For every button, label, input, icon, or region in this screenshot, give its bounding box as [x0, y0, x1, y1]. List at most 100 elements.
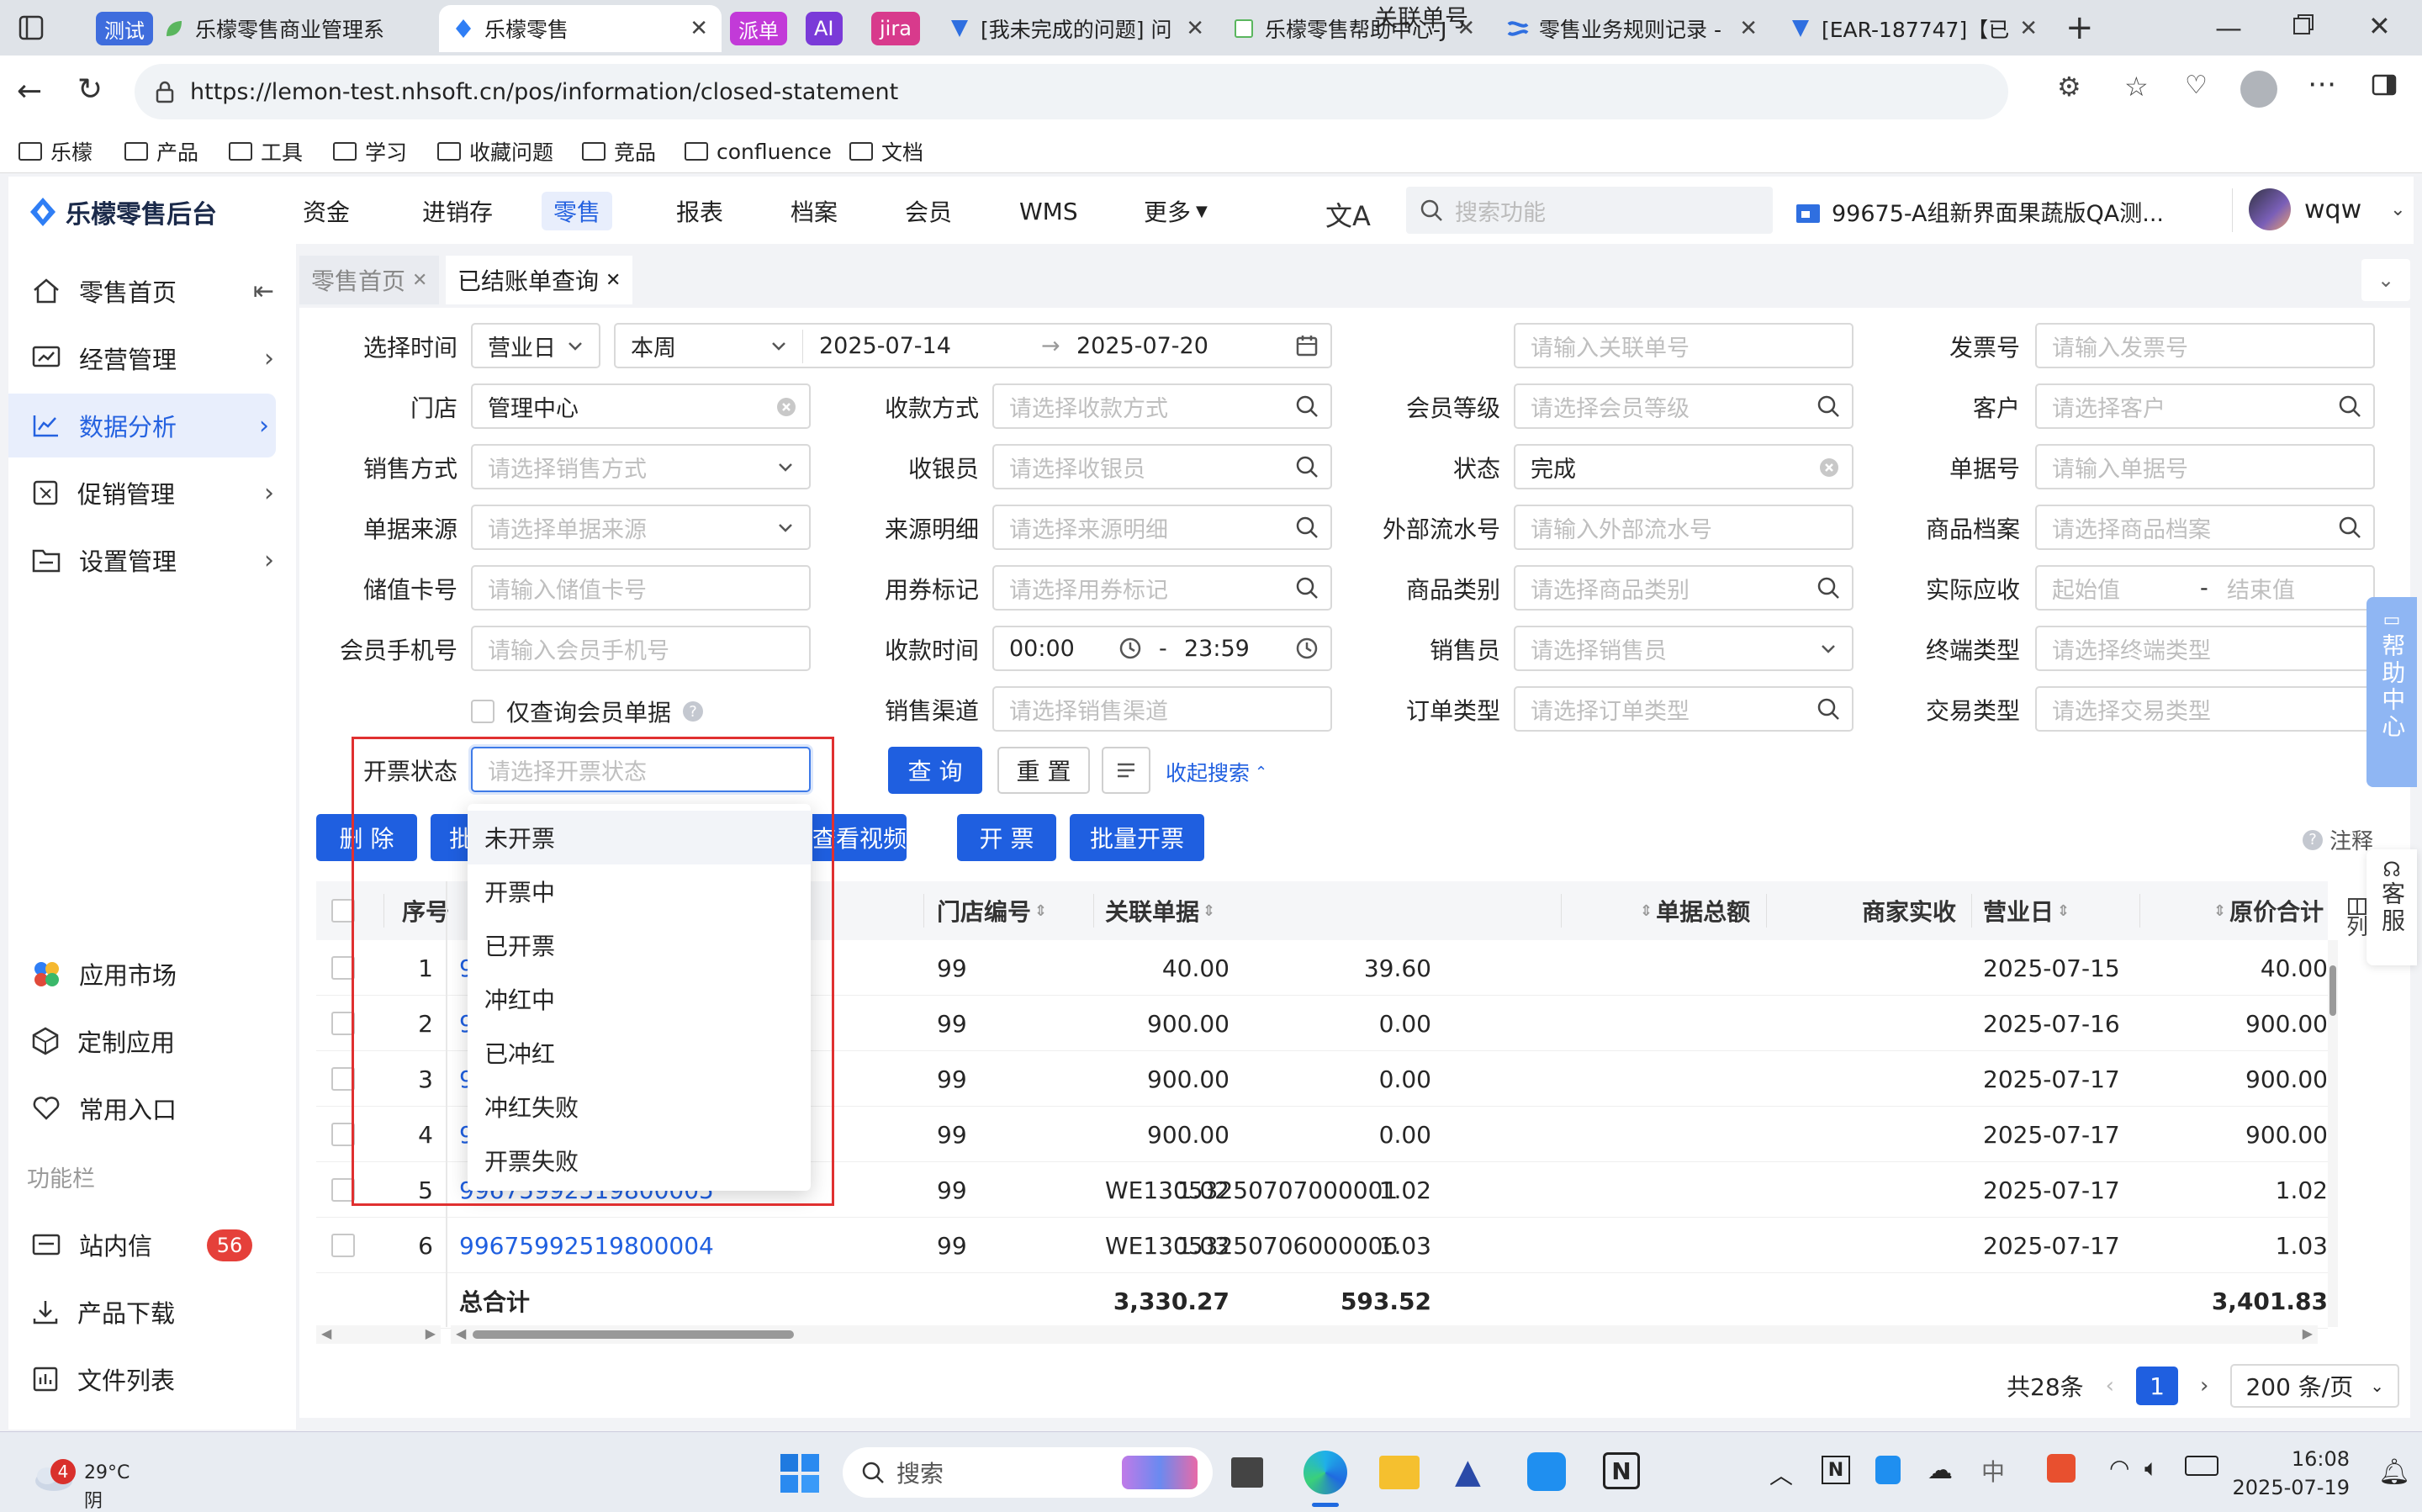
col-related-doc[interactable]: 关联单据 ⇕: [1105, 881, 1215, 940]
reset-button[interactable]: 重 置: [997, 747, 1090, 794]
pay-time-range[interactable]: 00:00 - 23:59: [992, 626, 1332, 671]
collapse-sidebar-icon[interactable]: ⇤: [253, 277, 274, 306]
nav-member[interactable]: 会员: [893, 192, 964, 230]
calendar-icon[interactable]: [1295, 334, 1319, 357]
browser-tab[interactable]: 零售业务规则记录 - ✕: [1494, 5, 1771, 52]
close-icon[interactable]: ✕: [2019, 16, 2038, 41]
browser-tab[interactable]: 派单: [725, 5, 792, 52]
actual-recv-range[interactable]: 起始值 - 结束值: [2035, 565, 2375, 611]
tab-group-chip[interactable]: 派单: [730, 12, 787, 45]
battery-icon[interactable]: [2185, 1456, 2218, 1476]
batch-invoice-button[interactable]: 批量开票: [1070, 814, 1204, 861]
nav-funds[interactable]: 资金: [291, 192, 362, 230]
windows-start-icon[interactable]: [780, 1454, 819, 1493]
nav-reports[interactable]: 报表: [664, 192, 735, 230]
horizontal-scrollbar[interactable]: ◀ ▶: [451, 1325, 2318, 1344]
close-icon[interactable]: ✕: [1186, 16, 1204, 41]
notion-icon[interactable]: N: [1603, 1452, 1640, 1489]
bookmark-folder[interactable]: 乐檬: [19, 135, 93, 168]
col-business-day[interactable]: 营业日 ⇕: [1983, 881, 2070, 940]
fixed-horizontal-scrollbar[interactable]: ◀ ▶: [316, 1325, 441, 1344]
scrollbar-thumb[interactable]: [2329, 965, 2336, 1016]
volume-icon[interactable]: 🔈︎: [2144, 1454, 2159, 1483]
user-menu[interactable]: wqw ⌄: [2249, 188, 2406, 230]
salesman-select[interactable]: 请选择销售员: [1514, 626, 1854, 671]
time-end[interactable]: 23:59: [1184, 636, 1250, 662]
new-tab-icon[interactable]: +: [2065, 8, 2094, 47]
col-store-no[interactable]: 门店编号 ⇕: [937, 881, 1047, 940]
ime-icon[interactable]: 中: [1981, 1454, 2005, 1488]
browser-tab[interactable]: 测试 乐檬零售商业管理系: [82, 5, 436, 52]
bookmark-folder[interactable]: confluence: [685, 135, 832, 168]
profile-avatar[interactable]: [2240, 71, 2277, 108]
extensions-icon[interactable]: ⚙: [2057, 71, 2081, 103]
pay-method-select[interactable]: 请选择收款方式: [992, 383, 1332, 429]
browser-tab[interactable]: jira: [866, 5, 927, 52]
col-doc-total[interactable]: ⇕ 单据总额: [1640, 881, 1750, 940]
help-center-button[interactable]: ▭ 帮助中心: [2366, 597, 2417, 787]
close-icon[interactable]: ✕: [690, 16, 708, 41]
annotation-toggle[interactable]: ? 注释: [2303, 824, 2373, 855]
customer-select[interactable]: 请选择客户: [2035, 383, 2375, 429]
order-type-select[interactable]: 请选择订单类型: [1514, 686, 1854, 732]
close-icon[interactable]: ✕: [412, 270, 427, 291]
restore-icon[interactable]: [2292, 13, 2314, 35]
start-date[interactable]: 2025-07-14: [819, 333, 951, 359]
vertical-scrollbar[interactable]: [2328, 940, 2338, 1327]
nav-wms[interactable]: WMS: [1007, 192, 1090, 230]
sidebar-item-data-analysis[interactable]: 数据分析 ›: [8, 394, 276, 457]
site-info-icon[interactable]: [155, 80, 175, 103]
minimize-icon[interactable]: —: [2215, 12, 2242, 44]
refresh-icon[interactable]: ↻: [77, 72, 103, 107]
range-to-placeholder[interactable]: 结束值: [2227, 572, 2295, 605]
url-text[interactable]: https://lemon-test.nhsoft.cn/pos/informa…: [190, 79, 898, 105]
onedrive-icon[interactable]: ☁: [1928, 1456, 1953, 1485]
tabs-more-icon[interactable]: ⌄: [2361, 259, 2410, 301]
page-tab-closed-statement[interactable]: 已结账单查询 ✕: [446, 256, 633, 304]
sale-method-select[interactable]: 请选择销售方式: [471, 444, 811, 489]
sidebar-toggle-icon[interactable]: [2372, 74, 2397, 96]
nav-inventory[interactable]: 进销存: [410, 192, 505, 230]
store-switcher[interactable]: 99675-A组新界面果蔬版QA测...: [1795, 195, 2164, 228]
feishu-tray-icon[interactable]: [1875, 1456, 1901, 1484]
edge-browser-icon[interactable]: [1304, 1451, 1347, 1494]
file-explorer-icon[interactable]: [1379, 1456, 1420, 1489]
browser-tab[interactable]: AI: [801, 5, 851, 52]
tray-expand-icon[interactable]: ︿: [1769, 1457, 1793, 1491]
sidebar-item-file-list[interactable]: 文件列表: [8, 1347, 296, 1411]
sidebar-item-app-market[interactable]: 应用市场: [8, 942, 296, 1006]
window-close-icon[interactable]: ✕: [2368, 10, 2391, 42]
range-from-placeholder[interactable]: 起始值: [2052, 572, 2120, 605]
terminal-select[interactable]: 请选择终端类型: [2035, 626, 2375, 671]
scrollbar-thumb[interactable]: [473, 1330, 794, 1339]
tab-group-chip[interactable]: jira: [871, 12, 920, 45]
prev-page-icon[interactable]: ‹: [2106, 1373, 2114, 1398]
sidebar-item-retail-home[interactable]: 零售首页 ⇤: [8, 259, 296, 323]
end-date[interactable]: 2025-07-20: [1076, 333, 1208, 359]
bookmark-folder[interactable]: 产品: [124, 135, 198, 168]
invoice-button[interactable]: 开 票: [957, 814, 1056, 861]
wifi-icon[interactable]: ◠: [2109, 1454, 2129, 1482]
source-detail-select[interactable]: 请选择来源明细: [992, 505, 1332, 550]
col-orig-total[interactable]: ⇕ 原价合计: [2213, 881, 2324, 940]
sidebar-item-promotion[interactable]: 促销管理 ›: [8, 461, 296, 525]
bookmark-folder[interactable]: 学习: [333, 135, 407, 168]
function-search[interactable]: 搜索功能: [1406, 187, 1773, 234]
bookmark-folder[interactable]: 文档: [849, 135, 923, 168]
page-size-select[interactable]: 200 条/页 ⌄: [2230, 1364, 2399, 1408]
bookmark-folder[interactable]: 工具: [229, 135, 303, 168]
checkbox-box[interactable]: [471, 700, 494, 723]
tray-app-icon[interactable]: [2047, 1454, 2076, 1483]
goods-archive-select[interactable]: 请选择商品档案: [2035, 505, 2375, 550]
nav-archive[interactable]: 档案: [779, 192, 849, 230]
scroll-right-icon[interactable]: ▶: [426, 1325, 436, 1341]
nav-retail[interactable]: 零售: [542, 192, 613, 230]
cell-doc-link[interactable]: 99675992519800004: [459, 1218, 714, 1273]
clear-icon[interactable]: [775, 396, 797, 418]
collapse-search-link[interactable]: 收起搜索 ⌃: [1166, 757, 1267, 787]
column-settings[interactable]: 列: [2346, 898, 2368, 941]
clear-icon[interactable]: [1818, 457, 1840, 478]
browser-tab-active[interactable]: 乐檬零售 ✕: [439, 5, 722, 52]
trade-type-select[interactable]: 请选择交易类型: [2035, 686, 2375, 732]
date-range-picker[interactable]: 本周 2025-07-14 → 2025-07-20: [614, 323, 1332, 368]
